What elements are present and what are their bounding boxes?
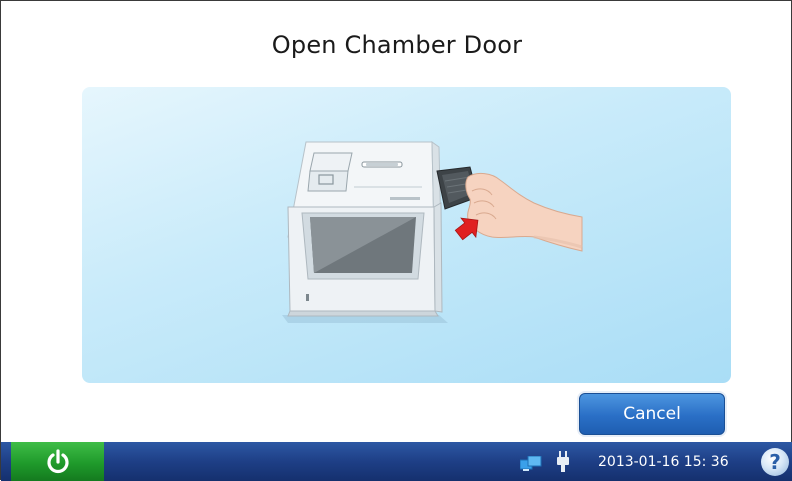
illustration-panel: [82, 87, 731, 383]
power-plug-icon: [556, 451, 570, 477]
cancel-button[interactable]: Cancel: [579, 393, 725, 435]
app-window: Open Chamber Door Cancel 2013-01-16 15: …: [0, 0, 792, 481]
analyzer-open-chamber-door-illustration: [282, 141, 583, 323]
help-icon: ?: [769, 450, 781, 474]
page-title: Open Chamber Door: [271, 31, 523, 59]
datetime-display: 2013-01-16 15: 36: [598, 454, 729, 470]
power-icon: [46, 448, 69, 473]
power-button[interactable]: [11, 442, 104, 481]
help-button[interactable]: ?: [761, 448, 789, 476]
network-icon: [519, 455, 542, 476]
